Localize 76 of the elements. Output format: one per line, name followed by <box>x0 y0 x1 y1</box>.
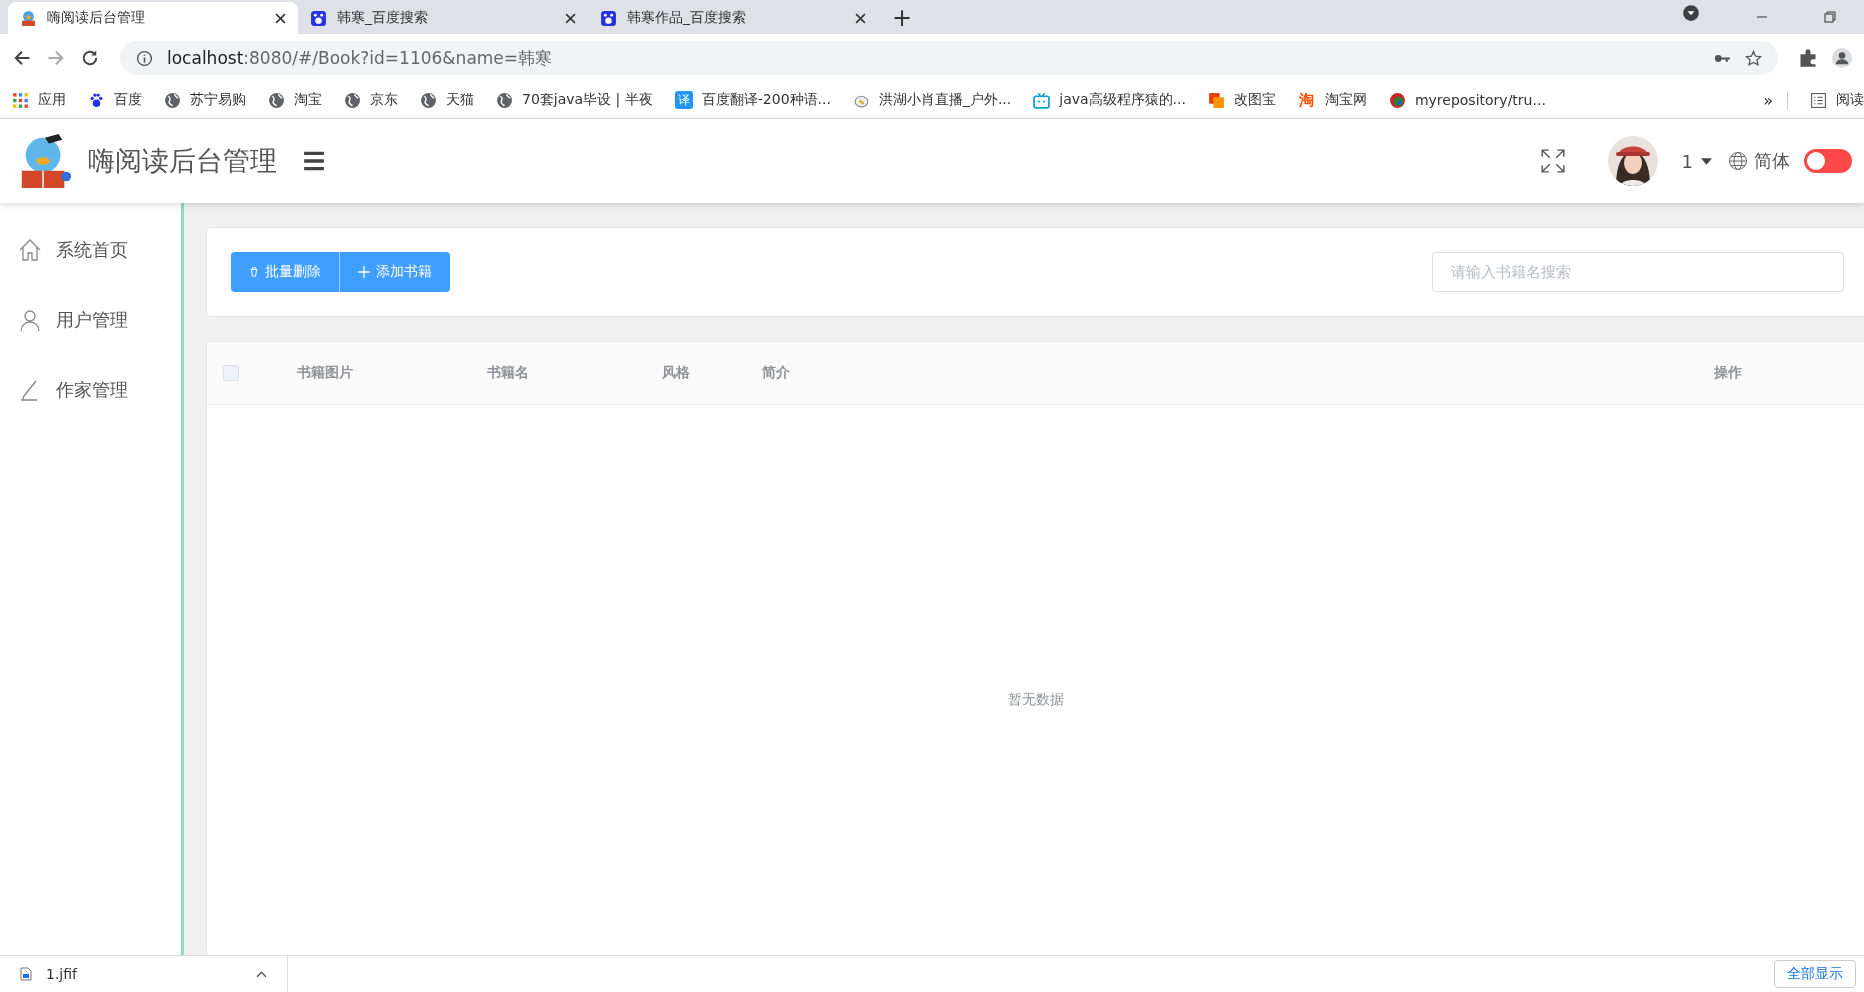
column-header: 书籍图片 <box>297 364 353 382</box>
globe-icon <box>496 91 513 109</box>
globe-icon <box>164 91 181 109</box>
bookmark[interactable]: 苏宁易购 <box>164 91 246 109</box>
user-name[interactable]: 1 <box>1681 150 1693 172</box>
paw-icon <box>310 9 327 27</box>
bookmark[interactable]: java高级程序猿的... <box>1033 91 1186 109</box>
bookmark[interactable]: myrepository/tru... <box>1388 91 1546 109</box>
bookmark[interactable]: 译 百度翻译-200种语... <box>674 91 831 109</box>
column-header: 书籍名 <box>487 364 529 382</box>
empty-message: 暂无数据 <box>1007 691 1064 709</box>
globe-icon <box>344 91 361 109</box>
sidebar-item[interactable]: 系统首页 <box>0 215 181 285</box>
paw-icon <box>600 9 617 27</box>
browser-tab[interactable]: 韩寒作品_百度搜索 <box>588 2 878 34</box>
caret-icon[interactable] <box>1701 157 1712 165</box>
tab-title: 韩寒_百度搜索 <box>337 9 429 27</box>
list-icon <box>1810 91 1827 109</box>
user-icon <box>18 308 42 332</box>
puzzle-icon[interactable] <box>1798 48 1818 68</box>
close-icon[interactable] <box>275 12 286 24</box>
language-label[interactable]: 简体 <box>1754 149 1790 173</box>
file-icon <box>20 967 32 981</box>
star-icon[interactable] <box>1745 49 1762 67</box>
search-field[interactable]: 请输入书籍名搜索 <box>1432 252 1844 292</box>
tab-title: 嗨阅读后台管理 <box>47 9 146 27</box>
column-header: 风格 <box>662 364 690 382</box>
info-icon <box>136 49 153 67</box>
squares-icon <box>1207 91 1225 109</box>
sidebar-item[interactable]: 用户管理 <box>0 285 181 355</box>
bookmark[interactable]: 淘宝 <box>268 91 322 109</box>
globe-icon <box>268 91 285 109</box>
taobao-icon: 淘 <box>1297 91 1316 109</box>
tab-search-icon[interactable] <box>1682 4 1700 22</box>
home-icon <box>18 238 42 262</box>
translate-icon: 译 <box>674 91 693 109</box>
bookmark[interactable]: 百度 <box>88 91 142 109</box>
tv-icon <box>1033 91 1051 109</box>
column-header: 简介 <box>762 364 790 382</box>
globe-icon <box>420 91 437 109</box>
back-icon[interactable] <box>12 48 32 68</box>
globe-icon[interactable] <box>1728 151 1748 171</box>
bookmark[interactable]: 京东 <box>344 91 398 109</box>
restore-icon[interactable] <box>1822 9 1838 25</box>
apps-grid-icon <box>12 91 29 109</box>
bookmark[interactable]: 应用 <box>12 91 66 109</box>
close-icon[interactable] <box>565 12 576 24</box>
bookmark[interactable]: 改图宝 <box>1207 91 1276 109</box>
paw-icon <box>88 91 105 109</box>
reload-icon[interactable] <box>80 48 100 68</box>
new-tab-button[interactable]: + <box>878 4 927 34</box>
sidebar-item[interactable]: 作家管理 <box>0 355 181 425</box>
download-item[interactable]: 1.jfif <box>0 956 288 992</box>
caret-icon <box>256 970 267 978</box>
bookmark[interactable]: 洪湖小肖直播_户外... <box>852 91 1012 109</box>
close-icon[interactable] <box>855 12 866 24</box>
show-all-button[interactable]: 全部显示 <box>1774 960 1856 988</box>
theme-switch[interactable] <box>1804 149 1852 173</box>
fullscreen-icon[interactable] <box>1539 148 1566 174</box>
swirl-icon <box>1388 91 1406 109</box>
menu-icon[interactable] <box>303 150 325 172</box>
reading-list[interactable]: 阅读 <box>1810 91 1864 109</box>
column-header: 操作 <box>1714 364 1742 382</box>
browser-tab[interactable]: 韩寒_百度搜索 <box>298 2 588 34</box>
select-all-checkbox[interactable] <box>223 365 239 381</box>
plus-icon <box>358 266 370 278</box>
trash-icon <box>249 267 259 277</box>
address-bar[interactable]: localhost:8080/#/Book?id=1106&name=韩寒 <box>120 41 1778 75</box>
browser-tab[interactable]: 嗨阅读后台管理 <box>8 2 298 34</box>
profile-icon[interactable] <box>1832 48 1852 68</box>
tab-title: 韩寒作品_百度搜索 <box>627 9 747 27</box>
app-title: 嗨阅读后台管理 <box>88 144 277 178</box>
bookmark[interactable]: 天猫 <box>420 91 474 109</box>
more-bookmarks-button[interactable]: » <box>1763 90 1788 110</box>
bookmark[interactable]: 70套java毕设 | 半夜 <box>496 91 653 109</box>
bookmark[interactable]: 淘 淘宝网 <box>1297 91 1367 109</box>
